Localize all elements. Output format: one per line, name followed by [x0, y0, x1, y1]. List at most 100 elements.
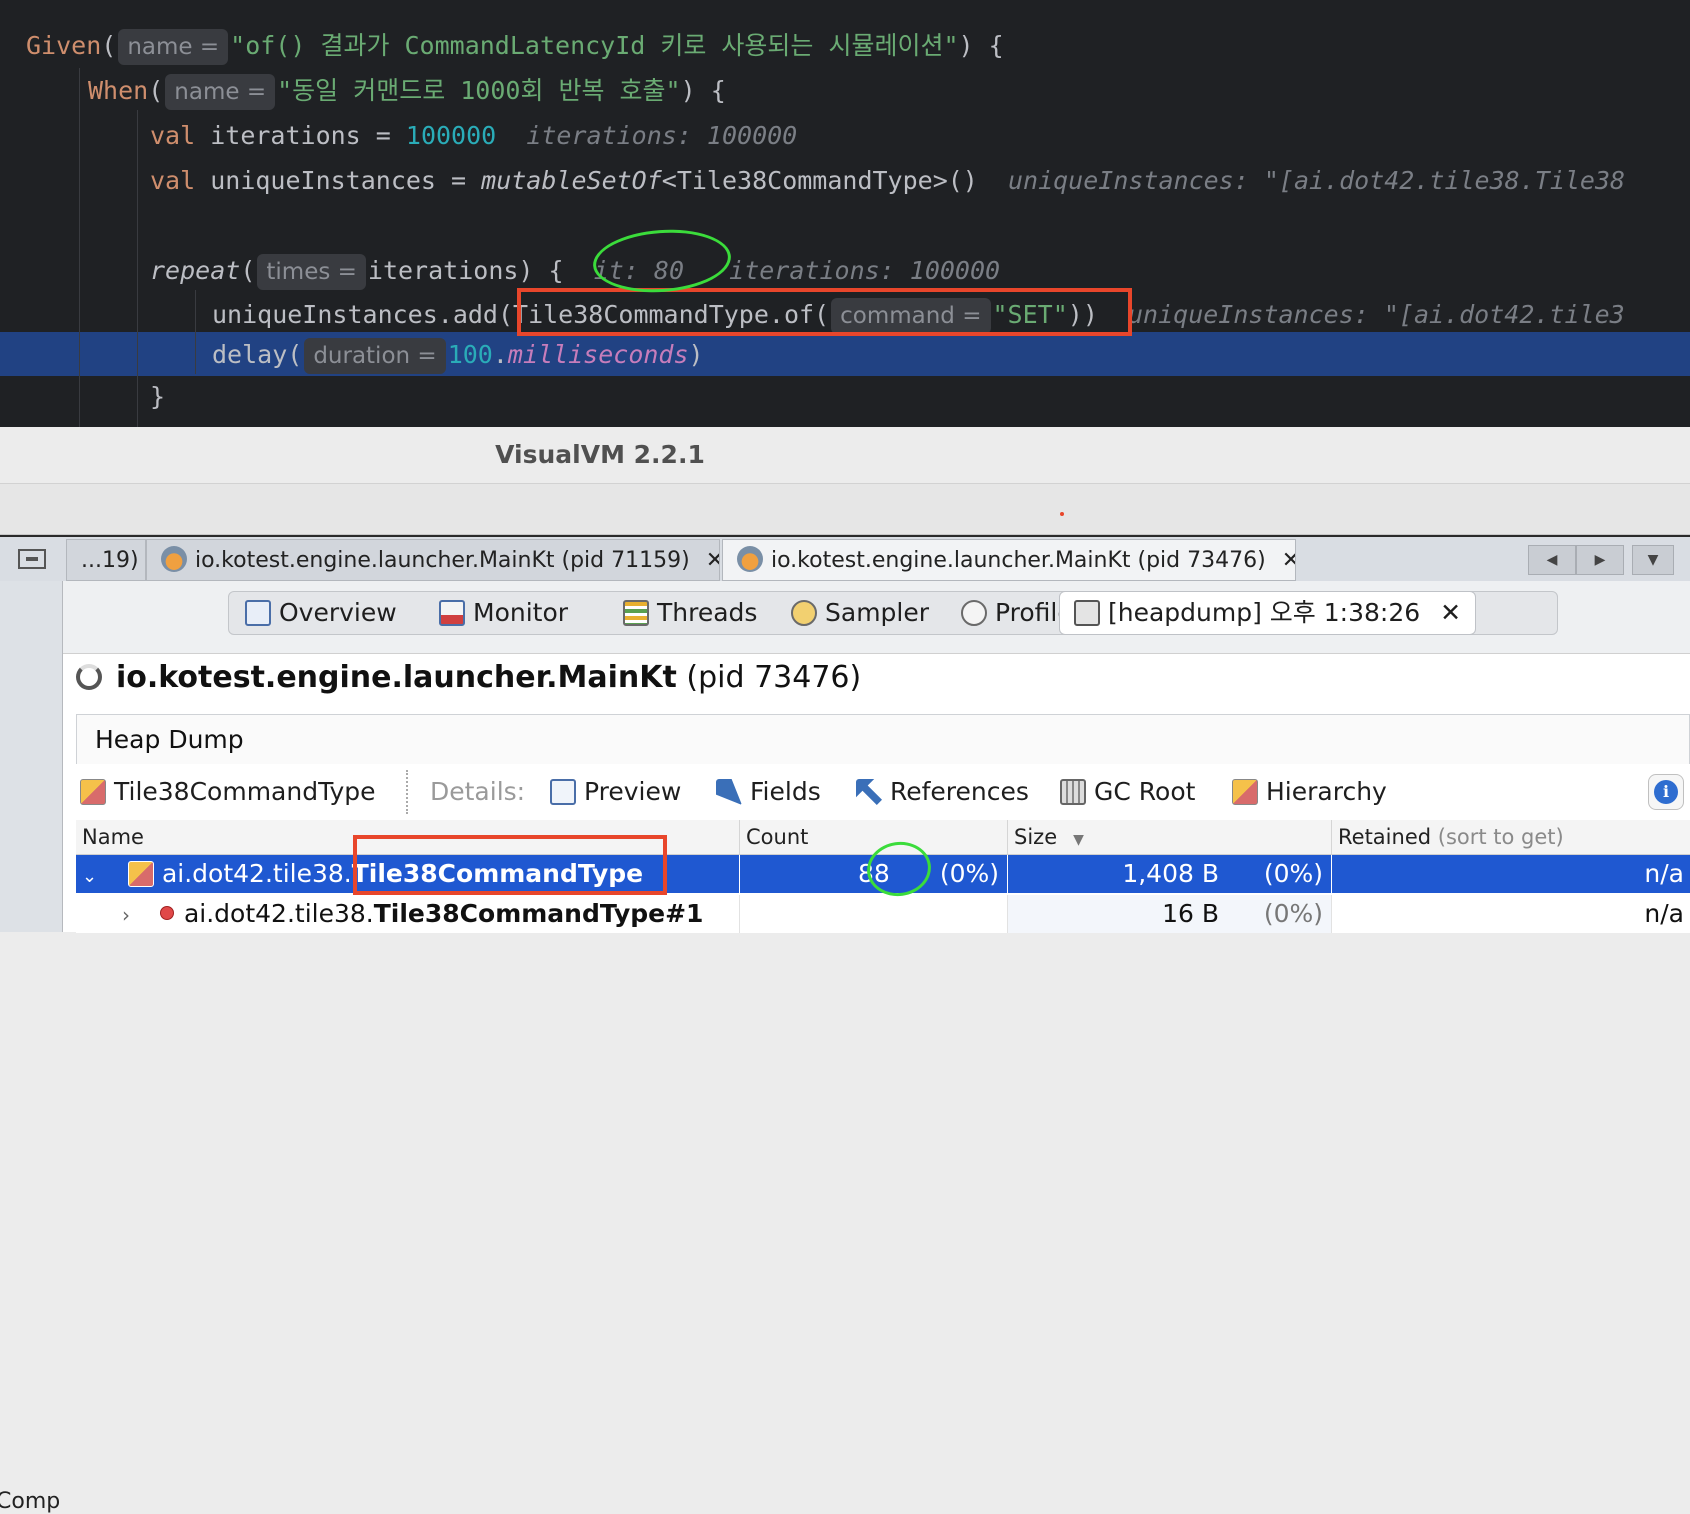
expand-chevron-icon[interactable]: ⌄: [82, 858, 106, 896]
retained-value: n/a: [1644, 899, 1684, 928]
preview-button[interactable]: Preview: [550, 772, 681, 812]
doc-tab-pid-71159[interactable]: io.kotest.engine.launcher.MainKt (pid 71…: [146, 539, 720, 581]
name-cell: › ai.dot42.tile38.Tile38CommandType#1: [76, 895, 740, 933]
val-keyword: val: [150, 121, 196, 150]
retained-value: n/a: [1644, 859, 1684, 888]
monitor-icon: [439, 600, 465, 626]
close-icon[interactable]: ✕: [1440, 598, 1461, 627]
size-value: 1,408 B: [1122, 859, 1219, 888]
doc-tab-label: ...19): [81, 548, 139, 573]
tab-sampler[interactable]: Sampler: [791, 592, 929, 634]
code-line-repeat[interactable]: repeat(times = iterations) { it: 80 itera…: [150, 249, 1000, 293]
info-icon: i: [1654, 780, 1678, 804]
fields-icon: [716, 779, 742, 805]
process-name: io.kotest.engine.launcher.MainKt: [116, 660, 677, 695]
close-icon[interactable]: ✕: [706, 548, 719, 573]
loading-spinner-icon: [76, 664, 102, 690]
column-header-size[interactable]: Size ▼: [1008, 820, 1332, 854]
threads-icon: [623, 600, 649, 626]
window-list-icon[interactable]: [18, 549, 46, 569]
inline-debug-value: uniqueInstances: "[ai.dot42.tile3: [1127, 300, 1625, 329]
add-call: uniqueInstances.add(: [212, 300, 514, 329]
string-literal: "of() 결과가 CommandLatencyId 키로 사용되는 시뮬레이션…: [230, 31, 959, 60]
doc-tab-label: io.kotest.engine.launcher.MainKt (pid 73…: [771, 548, 1266, 573]
code-editor[interactable]: Given(name = "of() 결과가 CommandLatencyId 키…: [0, 0, 1690, 427]
variable-name: uniqueInstances: [210, 166, 436, 195]
indent-guide: [137, 110, 138, 427]
number-literal: 100000: [405, 121, 497, 150]
variable-name: iterations: [210, 121, 361, 150]
indent-guide: [195, 290, 196, 374]
button-label: Preview: [584, 777, 682, 806]
hierarchy-button[interactable]: Hierarchy: [1232, 772, 1387, 812]
number-literal: 100: [447, 340, 493, 369]
inline-debug-value: iterations: 100000: [526, 121, 798, 150]
instance-icon: [159, 906, 174, 920]
size-percent: (0%): [1263, 899, 1323, 928]
param-hint: times =: [257, 254, 366, 290]
inline-debug-value: iterations: 100000: [729, 256, 1001, 285]
details-toolbar: Tile38CommandType Details: Preview Field…: [76, 766, 1690, 818]
left-sidebar: Comp: [0, 581, 63, 1514]
size-percent: (0%): [1263, 859, 1323, 888]
chevron-right-icon: ▶: [1594, 552, 1606, 568]
column-header-retained[interactable]: Retained (sort to get): [1332, 820, 1690, 854]
tab-label: Overview: [279, 598, 397, 627]
header-hint: (sort to get): [1437, 825, 1564, 849]
sidebar-partial-label: Comp: [0, 1489, 61, 1514]
heapdump-icon: [1074, 600, 1100, 626]
inline-debug-value: uniqueInstances: "[ai.dot42.tile38.Tile3…: [1007, 166, 1626, 195]
tab-label: Monitor: [473, 598, 569, 627]
size-value: 16 B: [1162, 899, 1219, 928]
repeat-arg: iterations) {: [367, 256, 564, 285]
param-hint: name =: [165, 74, 276, 110]
header-label: Name: [82, 825, 144, 849]
trash-icon: [1060, 779, 1086, 805]
class-name: Tile38CommandType#1: [373, 899, 704, 928]
java-process-icon: [161, 546, 187, 572]
doc-tab-pid-73476[interactable]: io.kotest.engine.launcher.MainKt (pid 73…: [722, 539, 1296, 581]
sort-desc-icon: ▼: [1073, 832, 1084, 848]
tab-monitor[interactable]: Monitor: [439, 592, 568, 634]
function-call: mutableSetOf: [481, 166, 662, 195]
tab-threads[interactable]: Threads: [623, 592, 757, 634]
tab-overview[interactable]: Overview: [245, 592, 397, 634]
button-label: References: [890, 777, 1029, 806]
column-header-count[interactable]: Count: [740, 820, 1008, 854]
type-args: <Tile38CommandType>(): [661, 166, 978, 195]
close-icon[interactable]: ✕: [1282, 548, 1295, 573]
java-process-icon: [737, 546, 763, 572]
package-name: ai.dot42.tile38.: [183, 899, 374, 928]
tab-label: Sampler: [825, 598, 930, 627]
chevron-right-icon[interactable]: ›: [122, 896, 140, 934]
tabs-next-button[interactable]: ▶: [1576, 545, 1624, 575]
indent-guide: [79, 68, 80, 427]
table-row[interactable]: › ai.dot42.tile38.Tile38CommandType#1 16…: [76, 895, 1690, 933]
gc-root-button[interactable]: GC Root: [1060, 772, 1195, 812]
code-line-given[interactable]: Given(name = "of() 결과가 CommandLatencyId 키…: [26, 24, 1004, 68]
process-pid: (pid 73476): [686, 660, 862, 695]
count-cell: [740, 895, 1008, 933]
size-cell: 1,408 B (0%): [1008, 855, 1332, 893]
given-keyword: Given: [26, 31, 102, 60]
heap-dump-label: Heap Dump: [95, 725, 244, 754]
class-selector[interactable]: Tile38CommandType: [80, 772, 376, 812]
code-line-close[interactable]: }: [150, 375, 165, 419]
param-hint: name =: [118, 29, 229, 65]
preview-icon: [550, 779, 576, 805]
code-line-when[interactable]: When(name = "동일 커맨드로 1000회 반복 호출") {: [88, 69, 726, 113]
code-line-delay[interactable]: delay(duration = 100.milliseconds): [212, 333, 704, 377]
chevron-down-icon: ▼: [1647, 552, 1659, 568]
fields-button[interactable]: Fields: [716, 772, 821, 812]
code-line-unique[interactable]: val uniqueInstances = mutableSetOf<Tile3…: [150, 159, 1625, 203]
tabs-menu-button[interactable]: ▼: [1632, 545, 1674, 575]
doc-tab-partial[interactable]: ...19): [66, 539, 146, 581]
when-keyword: When: [88, 76, 149, 105]
code-line-iterations[interactable]: val iterations = 100000 iterations: 1000…: [150, 114, 797, 158]
tab-heapdump[interactable]: [heapdump] 오후 1:38:26 ✕: [1059, 591, 1477, 635]
overview-icon: [245, 600, 271, 626]
tabs-prev-button[interactable]: ◀: [1528, 545, 1576, 575]
info-button[interactable]: i: [1648, 774, 1684, 810]
references-button[interactable]: References: [856, 772, 1029, 812]
references-icon: [856, 779, 882, 805]
